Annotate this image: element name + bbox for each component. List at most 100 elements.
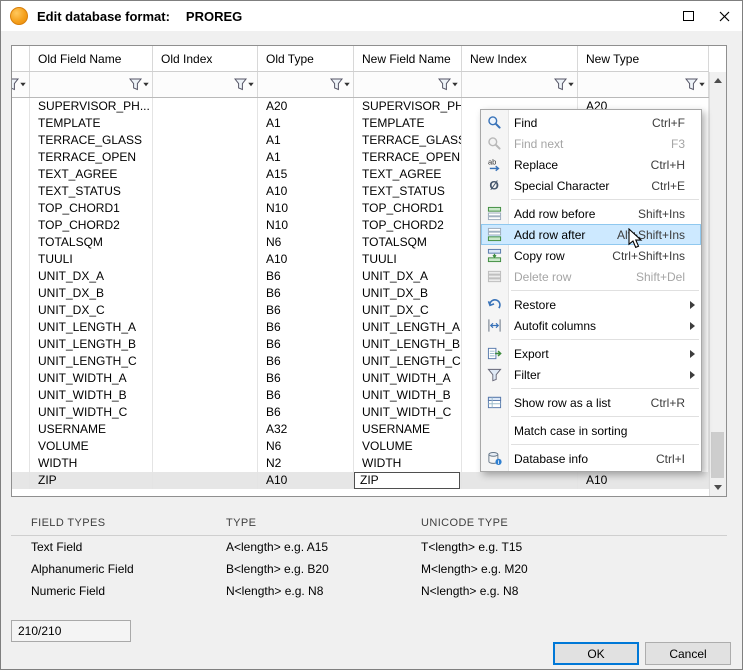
- menu-item-show-row-as-a-list[interactable]: Show row as a listCtrl+R: [481, 392, 701, 413]
- grid-cell[interactable]: [153, 455, 258, 472]
- grid-cell[interactable]: TUULI: [354, 251, 462, 268]
- vertical-scrollbar[interactable]: [709, 72, 726, 496]
- filter-cell[interactable]: [578, 72, 709, 97]
- grid-cell[interactable]: USERNAME: [30, 421, 153, 438]
- grid-cell[interactable]: TEXT_AGREE: [354, 166, 462, 183]
- grid-cell[interactable]: N10: [258, 200, 354, 217]
- grid-cell[interactable]: A1: [258, 132, 354, 149]
- menu-item-special-character[interactable]: ØSpecial CharacterCtrl+E: [481, 175, 701, 196]
- grid-cell[interactable]: [153, 132, 258, 149]
- grid-cell[interactable]: VOLUME: [354, 438, 462, 455]
- menu-item-filter[interactable]: Filter: [481, 364, 701, 385]
- menu-item-replace[interactable]: abReplaceCtrl+H: [481, 154, 701, 175]
- grid-cell[interactable]: UNIT_WIDTH_C: [30, 404, 153, 421]
- filter-cell[interactable]: [12, 72, 30, 97]
- row-selector[interactable]: [12, 472, 30, 489]
- grid-cell[interactable]: UNIT_WIDTH_A: [30, 370, 153, 387]
- cancel-button[interactable]: Cancel: [645, 642, 731, 665]
- grid-cell[interactable]: N2: [258, 455, 354, 472]
- grid-cell[interactable]: VOLUME: [30, 438, 153, 455]
- menu-item-find[interactable]: FindCtrl+F: [481, 112, 701, 133]
- grid-cell[interactable]: N10: [258, 217, 354, 234]
- row-selector[interactable]: [12, 302, 30, 319]
- grid-cell[interactable]: [153, 404, 258, 421]
- grid-cell[interactable]: [153, 285, 258, 302]
- grid-cell[interactable]: [153, 268, 258, 285]
- grid-cell[interactable]: UNIT_LENGTH_A: [30, 319, 153, 336]
- grid-cell[interactable]: UNIT_LENGTH_B: [354, 336, 462, 353]
- grid-cell[interactable]: UNIT_DX_B: [354, 285, 462, 302]
- grid-cell[interactable]: B6: [258, 353, 354, 370]
- menu-item-copy-row[interactable]: Copy rowCtrl+Shift+Ins: [481, 245, 701, 266]
- grid-cell[interactable]: N6: [258, 234, 354, 251]
- menu-item-restore[interactable]: Restore: [481, 294, 701, 315]
- row-selector[interactable]: [12, 183, 30, 200]
- grid-cell[interactable]: TOP_CHORD1: [30, 200, 153, 217]
- grid-cell[interactable]: A15: [258, 166, 354, 183]
- grid-cell[interactable]: A20: [258, 98, 354, 115]
- grid-cell[interactable]: A1: [258, 149, 354, 166]
- grid-cell[interactable]: TEXT_STATUS: [30, 183, 153, 200]
- grid-row[interactable]: ZIPA10ZIPA10: [12, 472, 709, 489]
- menu-item-export[interactable]: Export: [481, 343, 701, 364]
- grid-cell[interactable]: [153, 149, 258, 166]
- row-selector[interactable]: [12, 353, 30, 370]
- grid-cell[interactable]: UNIT_DX_C: [354, 302, 462, 319]
- grid-cell[interactable]: B6: [258, 285, 354, 302]
- row-selector[interactable]: [12, 149, 30, 166]
- grid-cell[interactable]: A10: [258, 472, 354, 489]
- filter-cell[interactable]: [462, 72, 578, 97]
- grid-cell[interactable]: [153, 183, 258, 200]
- grid-cell[interactable]: [153, 370, 258, 387]
- grid-cell[interactable]: TEXT_AGREE: [30, 166, 153, 183]
- column-header-old-field-name[interactable]: Old Field Name: [30, 46, 153, 71]
- grid-cell[interactable]: B6: [258, 336, 354, 353]
- grid-cell[interactable]: UNIT_WIDTH_A: [354, 370, 462, 387]
- column-header-new-type[interactable]: New Type: [578, 46, 709, 71]
- grid-cell[interactable]: [153, 387, 258, 404]
- menu-item-add-row-after[interactable]: Add row afterAlt+Shift+Ins: [481, 224, 701, 245]
- menu-item-match-case-in-sorting[interactable]: Match case in sorting: [481, 420, 701, 441]
- row-selector[interactable]: [12, 285, 30, 302]
- grid-cell[interactable]: A10: [578, 472, 709, 489]
- menu-item-delete-row[interactable]: Delete rowShift+Del: [481, 266, 701, 287]
- grid-cell[interactable]: TUULI: [30, 251, 153, 268]
- grid-cell[interactable]: TEXT_STATUS: [354, 183, 462, 200]
- grid-cell[interactable]: [153, 200, 258, 217]
- grid-cell[interactable]: B6: [258, 404, 354, 421]
- row-selector[interactable]: [12, 421, 30, 438]
- grid-cell[interactable]: TOP_CHORD1: [354, 200, 462, 217]
- row-selector[interactable]: [12, 455, 30, 472]
- grid-cell[interactable]: [153, 302, 258, 319]
- scroll-up-button[interactable]: [710, 72, 726, 89]
- grid-cell[interactable]: [153, 472, 258, 489]
- grid-cell[interactable]: UNIT_LENGTH_C: [354, 353, 462, 370]
- grid-cell[interactable]: [153, 166, 258, 183]
- grid-cell[interactable]: B6: [258, 268, 354, 285]
- grid-cell[interactable]: [153, 217, 258, 234]
- grid-cell[interactable]: B6: [258, 387, 354, 404]
- grid-cell[interactable]: [153, 251, 258, 268]
- grid-cell[interactable]: WIDTH: [30, 455, 153, 472]
- grid-cell[interactable]: UNIT_DX_A: [30, 268, 153, 285]
- row-selector[interactable]: [12, 319, 30, 336]
- ok-button[interactable]: OK: [553, 642, 639, 665]
- grid-cell[interactable]: UNIT_WIDTH_B: [354, 387, 462, 404]
- grid-cell[interactable]: TOP_CHORD2: [30, 217, 153, 234]
- grid-cell[interactable]: SUPERVISOR_PH...: [354, 98, 462, 115]
- grid-cell[interactable]: A10: [258, 251, 354, 268]
- column-header-old-type[interactable]: Old Type: [258, 46, 354, 71]
- row-selector[interactable]: [12, 217, 30, 234]
- grid-cell[interactable]: B6: [258, 319, 354, 336]
- row-selector[interactable]: [12, 251, 30, 268]
- filter-cell[interactable]: [30, 72, 153, 97]
- row-selector[interactable]: [12, 166, 30, 183]
- row-selector[interactable]: [12, 200, 30, 217]
- grid-cell[interactable]: UNIT_WIDTH_B: [30, 387, 153, 404]
- grid-cell[interactable]: TERRACE_OPEN: [30, 149, 153, 166]
- row-selector[interactable]: [12, 234, 30, 251]
- scroll-thumb[interactable]: [711, 432, 724, 478]
- row-selector[interactable]: [12, 387, 30, 404]
- grid-cell[interactable]: ZIP: [30, 472, 153, 489]
- grid-cell[interactable]: B6: [258, 370, 354, 387]
